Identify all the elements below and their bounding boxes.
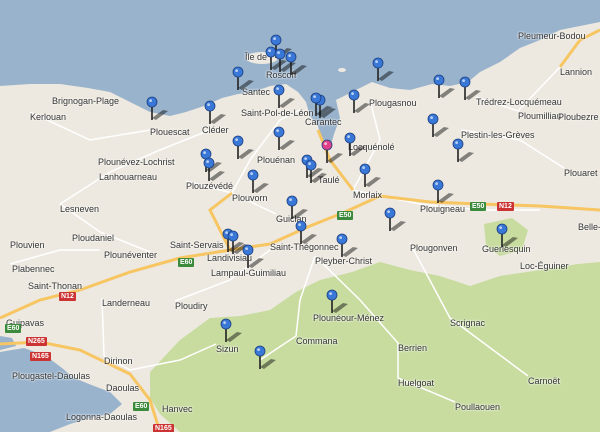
- place-label-belle-isle: Belle-I: [578, 222, 600, 232]
- place-label-ploumilliau: Ploumilliau: [518, 111, 562, 121]
- place-label-hanvec: Hanvec: [162, 404, 193, 414]
- road-shield-e60: E60: [178, 258, 195, 267]
- map-pin-icon-m22[interactable]: [247, 169, 269, 193]
- place-label-kerlouan: Kerlouan: [30, 112, 67, 122]
- map-pin-icon-m28[interactable]: [384, 207, 406, 231]
- place-label-plouescat: Plouescat: [150, 127, 190, 137]
- place-label-sizun: Sizun: [216, 344, 239, 354]
- place-label-logonna-daoulas: Logonna-Daoulas: [66, 412, 138, 422]
- road-shield-n12: N12: [59, 292, 76, 301]
- map-view[interactable]: Île de Roscoff Santec Saint-Pol-de-Léon Cara…: [0, 0, 600, 432]
- map-pin-icon-m34[interactable]: [496, 223, 518, 247]
- map-pin-icon-m27[interactable]: [286, 195, 308, 219]
- place-label-plougastel-daoulas: Plougastel-Daoulas: [12, 371, 91, 381]
- map-pin-icon-m6[interactable]: [273, 84, 295, 108]
- place-label-tredrez-locquemeau: Trédrez-Locquémeau: [476, 97, 562, 107]
- map-pin-icon-m17[interactable]: [344, 132, 366, 156]
- map-pin-icon-m16[interactable]: [232, 135, 254, 159]
- place-label-ploudiry: Ploudiry: [175, 301, 208, 311]
- map-pin-icon-m37[interactable]: [254, 345, 276, 369]
- place-label-brignogan-plage: Brignogan-Plage: [52, 96, 120, 106]
- road-shield-e50: E50: [337, 211, 354, 220]
- map-pin-icon-m10[interactable]: [372, 57, 394, 81]
- map-pin-icon-m9[interactable]: [348, 89, 370, 113]
- map-pin-icon-m12[interactable]: [459, 76, 481, 100]
- map-pin-icon-m24[interactable]: [305, 159, 327, 183]
- place-label-plouvien: Plouvien: [10, 240, 45, 250]
- map-pin-icon-m29[interactable]: [295, 220, 317, 244]
- map-pin-icon-m5[interactable]: [232, 66, 254, 90]
- place-label-scrignac: Scrignac: [450, 318, 486, 328]
- road-shield-n12: N12: [497, 202, 514, 211]
- map-pin-icon-m30[interactable]: [336, 233, 358, 257]
- place-label-daoulas: Daoulas: [106, 383, 140, 393]
- selected-map-pin-icon-m38[interactable]: [321, 139, 343, 163]
- map-pin-icon-m21[interactable]: [203, 157, 225, 181]
- road-shield-n165: N165: [30, 352, 51, 361]
- place-label-dirinon: Dirinon: [104, 356, 133, 366]
- place-label-saint-servais: Saint-Servais: [170, 240, 224, 250]
- place-label-plouigneau: Plouigneau: [420, 204, 466, 214]
- place-label-ile-de-batz: Île de: [245, 52, 268, 62]
- road-shield-n165: N165: [153, 424, 174, 432]
- place-label-plouneventer: Plounéventer: [104, 250, 158, 260]
- place-label-berrien: Berrien: [398, 343, 428, 353]
- map-pin-icon-m33[interactable]: [242, 244, 264, 268]
- place-label-morlaix: Morlaix: [353, 190, 383, 200]
- place-label-landerneau: Landerneau: [102, 298, 151, 308]
- place-label-cleder: Cléder: [202, 125, 229, 135]
- map-pin-icon-m25[interactable]: [359, 163, 381, 187]
- map-pin-icon-m15[interactable]: [273, 126, 295, 150]
- place-label-loc-eguiner: Loc-Éguiner: [520, 261, 569, 271]
- road-shield-e60: E60: [133, 402, 150, 411]
- map-pin-icon-m4[interactable]: [285, 51, 307, 75]
- map-pin-icon-m26[interactable]: [432, 179, 454, 203]
- place-label-lanhouarneau: Lanhouarneau: [99, 172, 158, 182]
- map-pin-icon-m32[interactable]: [227, 230, 249, 254]
- map-pin-icon-m19[interactable]: [452, 138, 474, 162]
- map-pin-icon-m14[interactable]: [204, 100, 226, 124]
- map-pin-icon-m13[interactable]: [146, 96, 168, 120]
- map-pin-icon-m35[interactable]: [326, 289, 348, 313]
- place-label-pleumeur-bodou: Pleumeur-Bodou: [518, 31, 586, 41]
- place-label-ploubezre: Ploubezre: [558, 112, 599, 122]
- road-shield-e50: E50: [470, 202, 487, 211]
- map-pin-icon-m8[interactable]: [310, 92, 332, 116]
- islet: [338, 68, 346, 72]
- road-shield-n265: N265: [26, 337, 47, 346]
- place-label-plouaret: Plouaret: [564, 168, 598, 178]
- place-label-plougonven: Plougonven: [410, 243, 458, 253]
- place-label-carnoet: Carnoët: [528, 376, 561, 386]
- place-label-commana: Commana: [296, 336, 338, 346]
- place-label-ploudaniel: Ploudaniel: [72, 233, 115, 243]
- place-label-plabennec: Plabennec: [12, 264, 55, 274]
- place-label-plounevez-lochrist: Plounévez-Lochrist: [98, 157, 175, 167]
- road-shield-e60: E60: [5, 324, 22, 333]
- map-pin-icon-m11[interactable]: [433, 74, 455, 98]
- place-label-lesneven: Lesneven: [60, 204, 100, 214]
- place-label-huelgoat: Huelgoat: [398, 378, 435, 388]
- place-label-plouenan: Plouénan: [257, 155, 296, 165]
- place-label-plougasnou: Plougasnou: [369, 98, 417, 108]
- place-label-saint-thonan: Saint-Thonan: [28, 281, 83, 291]
- place-label-poullaouen: Poullaouen: [455, 402, 501, 412]
- place-label-lannion: Lannion: [560, 67, 593, 77]
- map-pin-icon-m18[interactable]: [427, 113, 449, 137]
- map-pin-icon-m36[interactable]: [220, 318, 242, 342]
